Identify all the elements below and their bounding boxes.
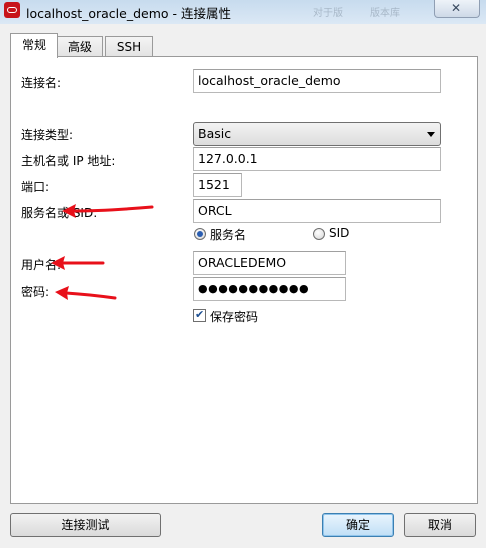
host-label: 主机名或 IP 地址:	[21, 154, 116, 168]
password-label: 密码:	[21, 285, 50, 299]
connection-name-field[interactable]: localhost_oracle_demo	[193, 69, 441, 93]
sid-radio-label: SID	[329, 226, 350, 240]
port-field[interactable]: 1521	[193, 173, 242, 197]
test-connection-button[interactable]: 连接测试	[10, 513, 161, 537]
save-password-label: 保存密码	[210, 310, 259, 324]
title-bar[interactable]: localhost_oracle_demo - 连接属性 对于版 版本库 ✕	[0, 0, 486, 24]
ok-button[interactable]: 确定	[322, 513, 394, 537]
service-name-field[interactable]: ORCL	[193, 199, 441, 223]
close-icon: ✕	[451, 1, 462, 15]
connection-type-value: Basic	[198, 126, 232, 141]
tab-ssh[interactable]: SSH	[105, 36, 153, 57]
host-field[interactable]: 127.0.0.1	[193, 147, 441, 171]
background-window-title: 版本库	[370, 8, 400, 19]
save-password-checkbox[interactable]: ✔	[193, 308, 206, 322]
connection-type-select[interactable]: Basic	[193, 122, 441, 146]
close-button[interactable]: ✕	[434, 0, 480, 18]
check-mark-icon: ✔	[195, 308, 205, 321]
username-field[interactable]: ORACLEDEMO	[193, 251, 346, 275]
sid-radio[interactable]	[313, 228, 325, 240]
password-field[interactable]: ●●●●●●●●●●●	[193, 277, 346, 301]
chevron-down-icon	[427, 132, 435, 137]
connection-properties-dialog: localhost_oracle_demo - 连接属性 对于版 版本库 ✕ 常…	[0, 0, 486, 548]
oracle-icon	[4, 2, 20, 18]
red-arrow-icon	[55, 286, 117, 300]
connection-type-label: 连接类型:	[21, 128, 74, 142]
service-name-radio-label: 服务名	[210, 228, 247, 242]
service-name-radio[interactable]	[194, 228, 206, 240]
red-arrow-icon	[62, 204, 154, 218]
red-arrow-icon	[51, 256, 105, 270]
window-title: localhost_oracle_demo - 连接属性	[26, 6, 231, 21]
tab-general[interactable]: 常规	[10, 33, 58, 58]
port-label: 端口:	[21, 180, 50, 194]
cancel-button[interactable]: 取消	[404, 513, 476, 537]
tab-advanced[interactable]: 高级	[57, 36, 103, 57]
connection-name-label: 连接名:	[21, 76, 62, 90]
background-window-title: 对于版	[313, 8, 343, 19]
